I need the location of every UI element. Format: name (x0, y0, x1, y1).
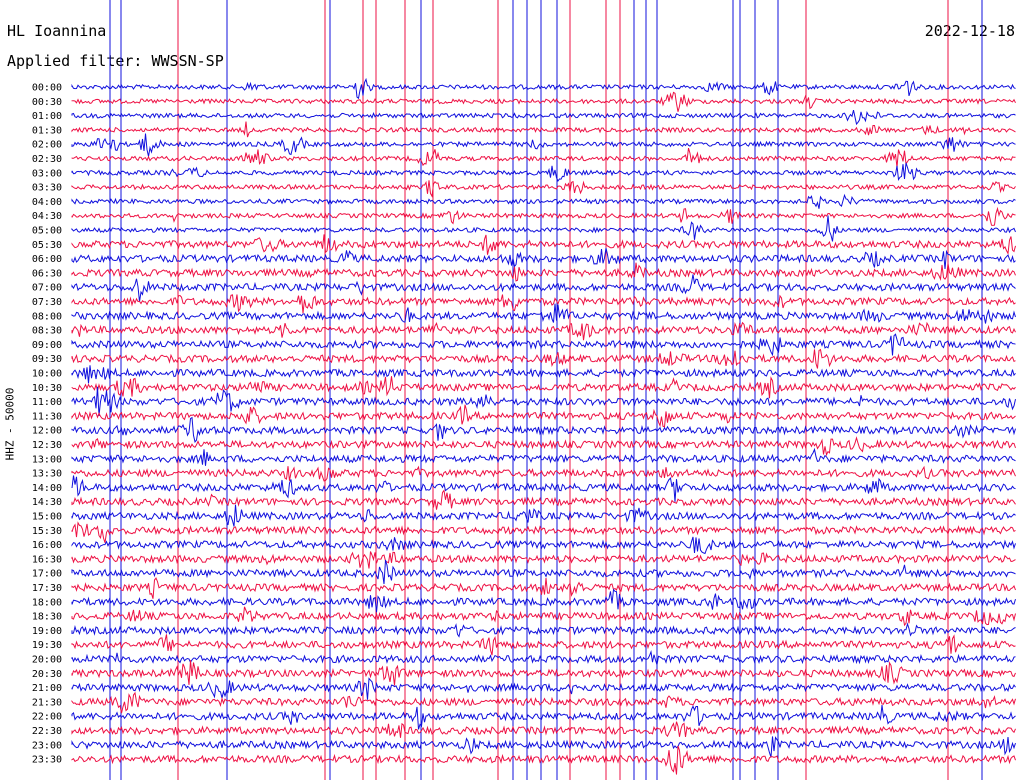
row-time-label: 18:30 (32, 612, 62, 623)
trace-row-1330 (71, 465, 1016, 482)
row-time-label: 09:00 (32, 340, 62, 351)
row-time-label: 14:00 (32, 483, 62, 494)
trace-row-1930 (71, 634, 1016, 656)
row-time-label: 17:00 (32, 569, 62, 580)
trace-row-0300 (71, 162, 1016, 182)
trace-row-0830 (71, 321, 1016, 341)
row-time-label: 11:30 (32, 411, 62, 422)
trace-row-1600 (71, 536, 1016, 555)
trace-row-1300 (71, 447, 1016, 466)
trace-row-1100 (71, 386, 1016, 416)
row-time-label: 05:00 (32, 226, 62, 237)
row-time-label: 23:30 (32, 755, 62, 766)
row-time-label: 10:00 (32, 369, 62, 380)
row-time-label: 18:00 (32, 597, 62, 608)
row-time-label: 04:00 (32, 197, 62, 208)
row-time-label: 00:30 (32, 97, 62, 108)
trace-row-1200 (71, 416, 1016, 443)
row-time-label: 13:30 (32, 469, 62, 480)
trace-row-1730 (71, 577, 1016, 599)
trace-row-2130 (71, 691, 1016, 714)
row-time-label: 12:00 (32, 426, 62, 437)
row-time-label: 16:30 (32, 554, 62, 565)
trace-row-1430 (71, 489, 1016, 510)
trace-row-0230 (71, 147, 1016, 168)
row-time-label: 19:30 (32, 640, 62, 651)
row-time-label: 02:30 (32, 154, 62, 165)
row-time-label: 21:00 (32, 683, 62, 694)
trace-row-2230 (71, 721, 1016, 738)
trace-row-0130 (71, 121, 1016, 138)
row-time-label: 01:30 (32, 125, 62, 136)
row-time-label: 22:30 (32, 726, 62, 737)
row-time-label: 03:00 (32, 168, 62, 179)
trace-row-0330 (71, 180, 1016, 198)
row-time-label: 16:00 (32, 540, 62, 551)
trace-row-1000 (71, 365, 1016, 384)
row-time-label: 14:30 (32, 497, 62, 508)
trace-row-1900 (71, 622, 1016, 638)
row-time-label: 15:00 (32, 512, 62, 523)
row-time-label: 08:30 (32, 326, 62, 337)
row-time-label: 13:00 (32, 454, 62, 465)
trace-row-1230 (71, 436, 1016, 457)
row-time-label: 05:30 (32, 240, 62, 251)
row-time-label: 10:30 (32, 383, 62, 394)
row-time-label: 06:00 (32, 254, 62, 265)
row-time-label: 15:30 (32, 526, 62, 537)
trace-row-1130 (71, 404, 1016, 428)
row-time-label: 04:30 (32, 211, 62, 222)
row-time-label: 09:30 (32, 354, 62, 365)
trace-row-0100 (71, 109, 1016, 126)
trace-row-1700 (71, 559, 1016, 585)
trace-row-1400 (71, 475, 1016, 502)
helicorder-plot: 00:00 00:30 01:00 01:30 02:00 02:30 03:00 03:30… (32, 0, 1016, 780)
row-time-label: 23:00 (32, 740, 62, 751)
row-time-label: 07:00 (32, 283, 62, 294)
row-time-label: 07:30 (32, 297, 62, 308)
trace-row-1500 (71, 504, 1016, 527)
row-time-label: 12:30 (32, 440, 62, 451)
row-time-label: 11:00 (32, 397, 62, 408)
row-time-label: 01:00 (32, 111, 62, 122)
trace-row-0500 (71, 215, 1016, 242)
row-time-label: 22:00 (32, 712, 62, 723)
trace-row-0930 (71, 348, 1016, 369)
trace-row-0530 (71, 234, 1016, 256)
trace-row-0200 (71, 133, 1016, 157)
trace-row-2300 (71, 736, 1016, 758)
row-time-label: 08:00 (32, 311, 62, 322)
trace-row-1830 (71, 606, 1016, 627)
trace-row-2200 (71, 705, 1016, 730)
trace-row-1630 (71, 551, 1016, 569)
row-time-label: 21:30 (32, 697, 62, 708)
row-time-label: 03:30 (32, 183, 62, 194)
trace-row-0000 (71, 77, 1016, 100)
trace-row-0730 (71, 294, 1016, 314)
row-time-label: 06:30 (32, 268, 62, 279)
trace-row-0030 (71, 91, 1016, 112)
row-time-label: 19:00 (32, 626, 62, 637)
trace-row-0400 (71, 193, 1016, 209)
row-time-label: 02:00 (32, 140, 62, 151)
row-time-label: 00:00 (32, 83, 62, 94)
trace-row-0900 (71, 333, 1016, 357)
trace-row-0430 (71, 206, 1016, 226)
row-time-label: 17:30 (32, 583, 62, 594)
trace-row-1800 (71, 588, 1016, 613)
trace-row-2330 (71, 745, 1016, 775)
trace-row-2030 (71, 660, 1016, 686)
trace-row-0800 (71, 303, 1016, 324)
row-time-label: 20:00 (32, 655, 62, 666)
trace-row-2000 (71, 649, 1016, 665)
trace-row-2100 (71, 677, 1016, 700)
trace-row-1530 (71, 521, 1016, 543)
trace-row-1030 (71, 376, 1016, 399)
trace-row-0600 (71, 247, 1016, 270)
row-time-label: 20:30 (32, 669, 62, 680)
trace-row-0700 (71, 274, 1016, 302)
